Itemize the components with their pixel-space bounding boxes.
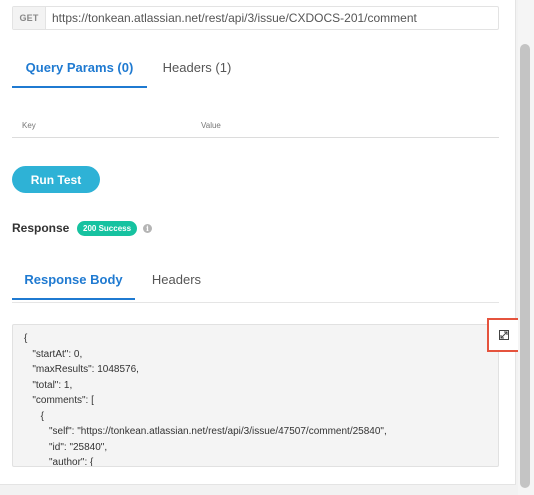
code-line: "author": { <box>24 457 94 467</box>
code-line: "self": "https://tonkean.atlassian.net/r… <box>24 426 387 437</box>
url-field[interactable]: https://tonkean.atlassian.net/rest/api/3… <box>46 11 417 25</box>
http-method-badge[interactable]: GET <box>13 7 46 29</box>
url-bar[interactable]: GET https://tonkean.atlassian.net/rest/a… <box>12 6 499 30</box>
scrollbar[interactable] <box>518 0 534 495</box>
response-json: { "startAt": 0, "maxResults": 1048576, "… <box>24 331 387 467</box>
run-test-button[interactable]: Run Test <box>12 166 100 193</box>
code-line: "total": 1, <box>24 379 73 391</box>
tab-response-headers[interactable]: Headers <box>135 260 218 300</box>
code-line: "id": "25840", <box>24 441 108 453</box>
code-line: "startAt": 0, <box>24 348 83 360</box>
expand-icon <box>499 330 509 340</box>
code-line: "comments": [ <box>24 395 94 406</box>
scrollbar-thumb[interactable] <box>520 44 530 488</box>
request-panel: GET https://tonkean.atlassian.net/rest/a… <box>0 0 516 485</box>
value-column-header: Value <box>201 121 221 130</box>
tab-response-body[interactable]: Response Body <box>12 260 135 300</box>
tab-query-params[interactable]: Query Params (0) <box>12 48 147 88</box>
response-label: Response <box>12 221 70 235</box>
status-badge: 200 Success <box>77 221 138 236</box>
params-table-header: Key Value <box>12 114 499 138</box>
code-line: { <box>24 410 45 422</box>
expand-button[interactable] <box>487 318 521 352</box>
response-tabs: Response Body Headers <box>12 260 499 303</box>
code-line: "maxResults": 1048576, <box>24 364 139 375</box>
response-body[interactable]: { "startAt": 0, "maxResults": 1048576, "… <box>12 324 499 467</box>
info-icon[interactable]: i <box>143 224 152 233</box>
request-tabs: Query Params (0) Headers (1) <box>12 48 499 90</box>
tab-headers[interactable]: Headers (1) <box>147 48 247 88</box>
code-line: { <box>24 333 28 344</box>
key-column-header: Key <box>22 121 36 130</box>
